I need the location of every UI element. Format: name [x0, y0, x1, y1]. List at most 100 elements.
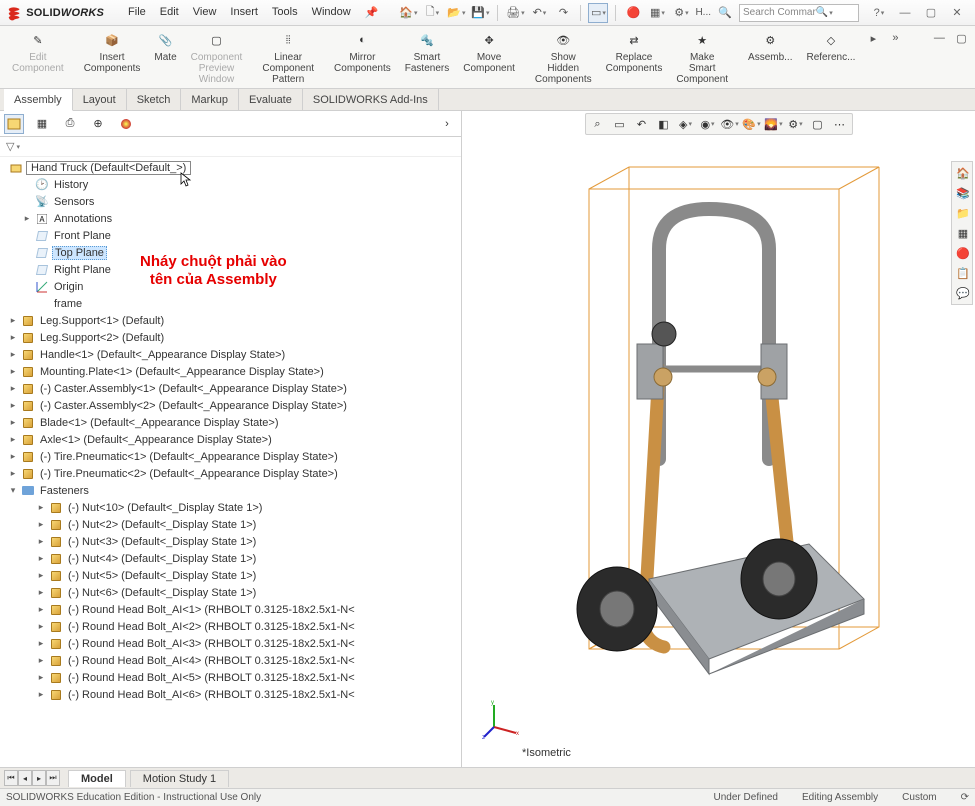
- tab-assembly[interactable]: Assembly: [4, 89, 73, 111]
- render-icon[interactable]: ▢: [810, 116, 826, 132]
- minimize-icon[interactable]: —: [893, 4, 917, 22]
- settings-icon[interactable]: ⚙▾: [671, 3, 691, 23]
- ribbon-make-smart[interactable]: ★Make SmartComponent: [670, 28, 734, 88]
- tree-item[interactable]: ▸Handle<1> (Default<_Appearance Display …: [2, 346, 461, 363]
- tree-item[interactable]: ▸Blade<1> (Default<_Appearance Display S…: [2, 414, 461, 431]
- display-manager-tab-icon[interactable]: [116, 114, 136, 134]
- tree-item[interactable]: ▸(-) Nut<2> (Default<_Display State 1>): [2, 516, 461, 533]
- tree-item[interactable]: ▸Leg.Support<1> (Default): [2, 312, 461, 329]
- configuration-tab-icon[interactable]: ⎙: [60, 114, 80, 134]
- property-manager-tab-icon[interactable]: ▦: [32, 114, 52, 134]
- edit-appearance-icon[interactable]: 🎨▾: [744, 116, 760, 132]
- menu-tools[interactable]: Tools: [266, 3, 304, 22]
- ribbon-linear-pattern[interactable]: ⦙⦙Linear Component Pattern: [256, 28, 320, 88]
- restore-icon[interactable]: ▢: [919, 4, 943, 22]
- tree-item[interactable]: ▸(-) Caster.Assembly<1> (Default<_Appear…: [2, 380, 461, 397]
- status-units[interactable]: Custom: [902, 792, 936, 803]
- tab-model[interactable]: Model: [68, 770, 126, 787]
- more-icon[interactable]: ⋯: [832, 116, 848, 132]
- ribbon-play-icon[interactable]: ▸: [863, 28, 883, 48]
- menu-file[interactable]: File: [122, 3, 152, 22]
- doc-minimize-icon[interactable]: —: [929, 28, 949, 48]
- tree-item[interactable]: ▸Mounting.Plate<1> (Default<_Appearance …: [2, 363, 461, 380]
- display-style-icon[interactable]: ◉▾: [700, 116, 716, 132]
- view-settings-icon[interactable]: ⚙▾: [788, 116, 804, 132]
- tree-item[interactable]: Top Plane: [2, 244, 461, 261]
- tree-item[interactable]: ▸(-) Round Head Bolt_AI<1> (RHBOLT 0.312…: [2, 601, 461, 618]
- feature-tree[interactable]: Hand Truck (Default<Default_>) 🕑History📡…: [0, 157, 461, 767]
- redo-icon[interactable]: ↷: [553, 3, 573, 23]
- menu-insert[interactable]: Insert: [224, 3, 264, 22]
- tab-layout[interactable]: Layout: [73, 89, 127, 110]
- tree-root[interactable]: Hand Truck (Default<Default_>): [2, 159, 461, 176]
- tab-markup[interactable]: Markup: [181, 89, 239, 110]
- ribbon-mate[interactable]: 📎Mate: [148, 28, 182, 88]
- panel-flyout-icon[interactable]: ›: [437, 114, 457, 134]
- ribbon-replace-components[interactable]: ⇄ReplaceComponents: [600, 28, 669, 88]
- ribbon-mirror[interactable]: ◐MirrorComponents: [328, 28, 397, 88]
- tree-item[interactable]: ▸(-) Tire.Pneumatic<2> (Default<_Appeara…: [2, 465, 461, 482]
- menu-edit[interactable]: Edit: [154, 3, 185, 22]
- tree-item[interactable]: Front Plane: [2, 227, 461, 244]
- tab-prev-icon[interactable]: ◂: [18, 770, 32, 786]
- search-input[interactable]: Search Commar 🔍▾: [739, 4, 859, 22]
- status-rebuild-icon[interactable]: ⟳: [961, 792, 969, 803]
- tab-sketch[interactable]: Sketch: [127, 89, 182, 110]
- print-icon[interactable]: 🖨▾: [505, 3, 525, 23]
- history-label[interactable]: H...: [695, 3, 711, 23]
- ribbon-insert-components[interactable]: 📦Insert Components: [78, 28, 147, 88]
- tab-addins[interactable]: SOLIDWORKS Add-Ins: [303, 89, 439, 110]
- section-view-icon[interactable]: ◧: [656, 116, 672, 132]
- tree-item[interactable]: ▸(-) Round Head Bolt_AI<2> (RHBOLT 0.312…: [2, 618, 461, 635]
- tree-item[interactable]: ▸Axle<1> (Default<_Appearance Display St…: [2, 431, 461, 448]
- tree-item[interactable]: ▸(-) Nut<10> (Default<_Display State 1>): [2, 499, 461, 516]
- tree-filter[interactable]: ▽▾: [0, 137, 461, 157]
- tree-item[interactable]: Origin: [2, 278, 461, 295]
- feature-tree-tab-icon[interactable]: [4, 114, 24, 134]
- tree-item[interactable]: ▸(-) Round Head Bolt_AI<3> (RHBOLT 0.312…: [2, 635, 461, 652]
- apply-scene-icon[interactable]: 🌄▾: [766, 116, 782, 132]
- tree-item[interactable]: 📡Sensors: [2, 193, 461, 210]
- tree-item[interactable]: ▸🄰Annotations: [2, 210, 461, 227]
- search-icon[interactable]: 🔍: [715, 3, 735, 23]
- save-icon[interactable]: 💾▾: [470, 3, 490, 23]
- hide-show-icon[interactable]: 👁▾: [722, 116, 738, 132]
- menu-view[interactable]: View: [187, 3, 223, 22]
- ribbon-edit-component[interactable]: ✎EditComponent: [6, 28, 70, 88]
- tab-first-icon[interactable]: ⏮: [4, 770, 18, 786]
- open-icon[interactable]: 📂▾: [446, 3, 466, 23]
- undo-icon[interactable]: ↶▾: [529, 3, 549, 23]
- tree-item[interactable]: ▸(-) Nut<6> (Default<_Display State 1>): [2, 584, 461, 601]
- ribbon-move-component[interactable]: ✥Move Component: [457, 28, 521, 88]
- tree-item[interactable]: ▸(-) Round Head Bolt_AI<6> (RHBOLT 0.312…: [2, 686, 461, 703]
- ribbon-reference-more[interactable]: ◇Referenc...: [801, 28, 862, 88]
- doc-restore-icon[interactable]: ▢: [951, 28, 971, 48]
- ribbon-assembly-more[interactable]: ⚙Assemb...: [742, 28, 798, 88]
- tree-item[interactable]: ▸(-) Nut<3> (Default<_Display State 1>): [2, 533, 461, 550]
- ribbon-expand-icon[interactable]: »: [885, 28, 905, 48]
- ribbon-show-hidden[interactable]: 👁Show HiddenComponents: [529, 28, 598, 88]
- tree-item[interactable]: ▸(-) Caster.Assembly<2> (Default<_Appear…: [2, 397, 461, 414]
- menu-pin-icon[interactable]: 📌: [359, 3, 385, 22]
- tab-next-icon[interactable]: ▸: [32, 770, 46, 786]
- tree-item[interactable]: ▸(-) Nut<4> (Default<_Display State 1>): [2, 550, 461, 567]
- tree-item[interactable]: ▸(-) Round Head Bolt_AI<5> (RHBOLT 0.312…: [2, 669, 461, 686]
- tab-evaluate[interactable]: Evaluate: [239, 89, 303, 110]
- zoom-fit-icon[interactable]: ⌕: [590, 116, 606, 132]
- tree-item[interactable]: frame: [2, 295, 461, 312]
- tree-item[interactable]: 🕑History: [2, 176, 461, 193]
- zoom-area-icon[interactable]: ▭: [612, 116, 628, 132]
- new-icon[interactable]: 🗋▾: [422, 3, 442, 23]
- view-triad-icon[interactable]: y x z: [482, 699, 522, 739]
- tree-item[interactable]: ▸Leg.Support<2> (Default): [2, 329, 461, 346]
- prev-view-icon[interactable]: ↶: [634, 116, 650, 132]
- ribbon-component-preview[interactable]: ▢ComponentPreview Window: [185, 28, 249, 88]
- ribbon-smart-fasteners[interactable]: 🔩SmartFasteners: [399, 28, 455, 88]
- help-icon[interactable]: ?▾: [867, 4, 891, 22]
- tree-item[interactable]: ▸(-) Tire.Pneumatic<1> (Default<_Appeara…: [2, 448, 461, 465]
- view-orientation-icon[interactable]: ◈▾: [678, 116, 694, 132]
- select-icon[interactable]: ▭▾: [588, 3, 608, 23]
- close-icon[interactable]: ✕: [945, 4, 969, 22]
- tree-item[interactable]: ▸(-) Round Head Bolt_AI<4> (RHBOLT 0.312…: [2, 652, 461, 669]
- tree-item[interactable]: ▾Fasteners: [2, 482, 461, 499]
